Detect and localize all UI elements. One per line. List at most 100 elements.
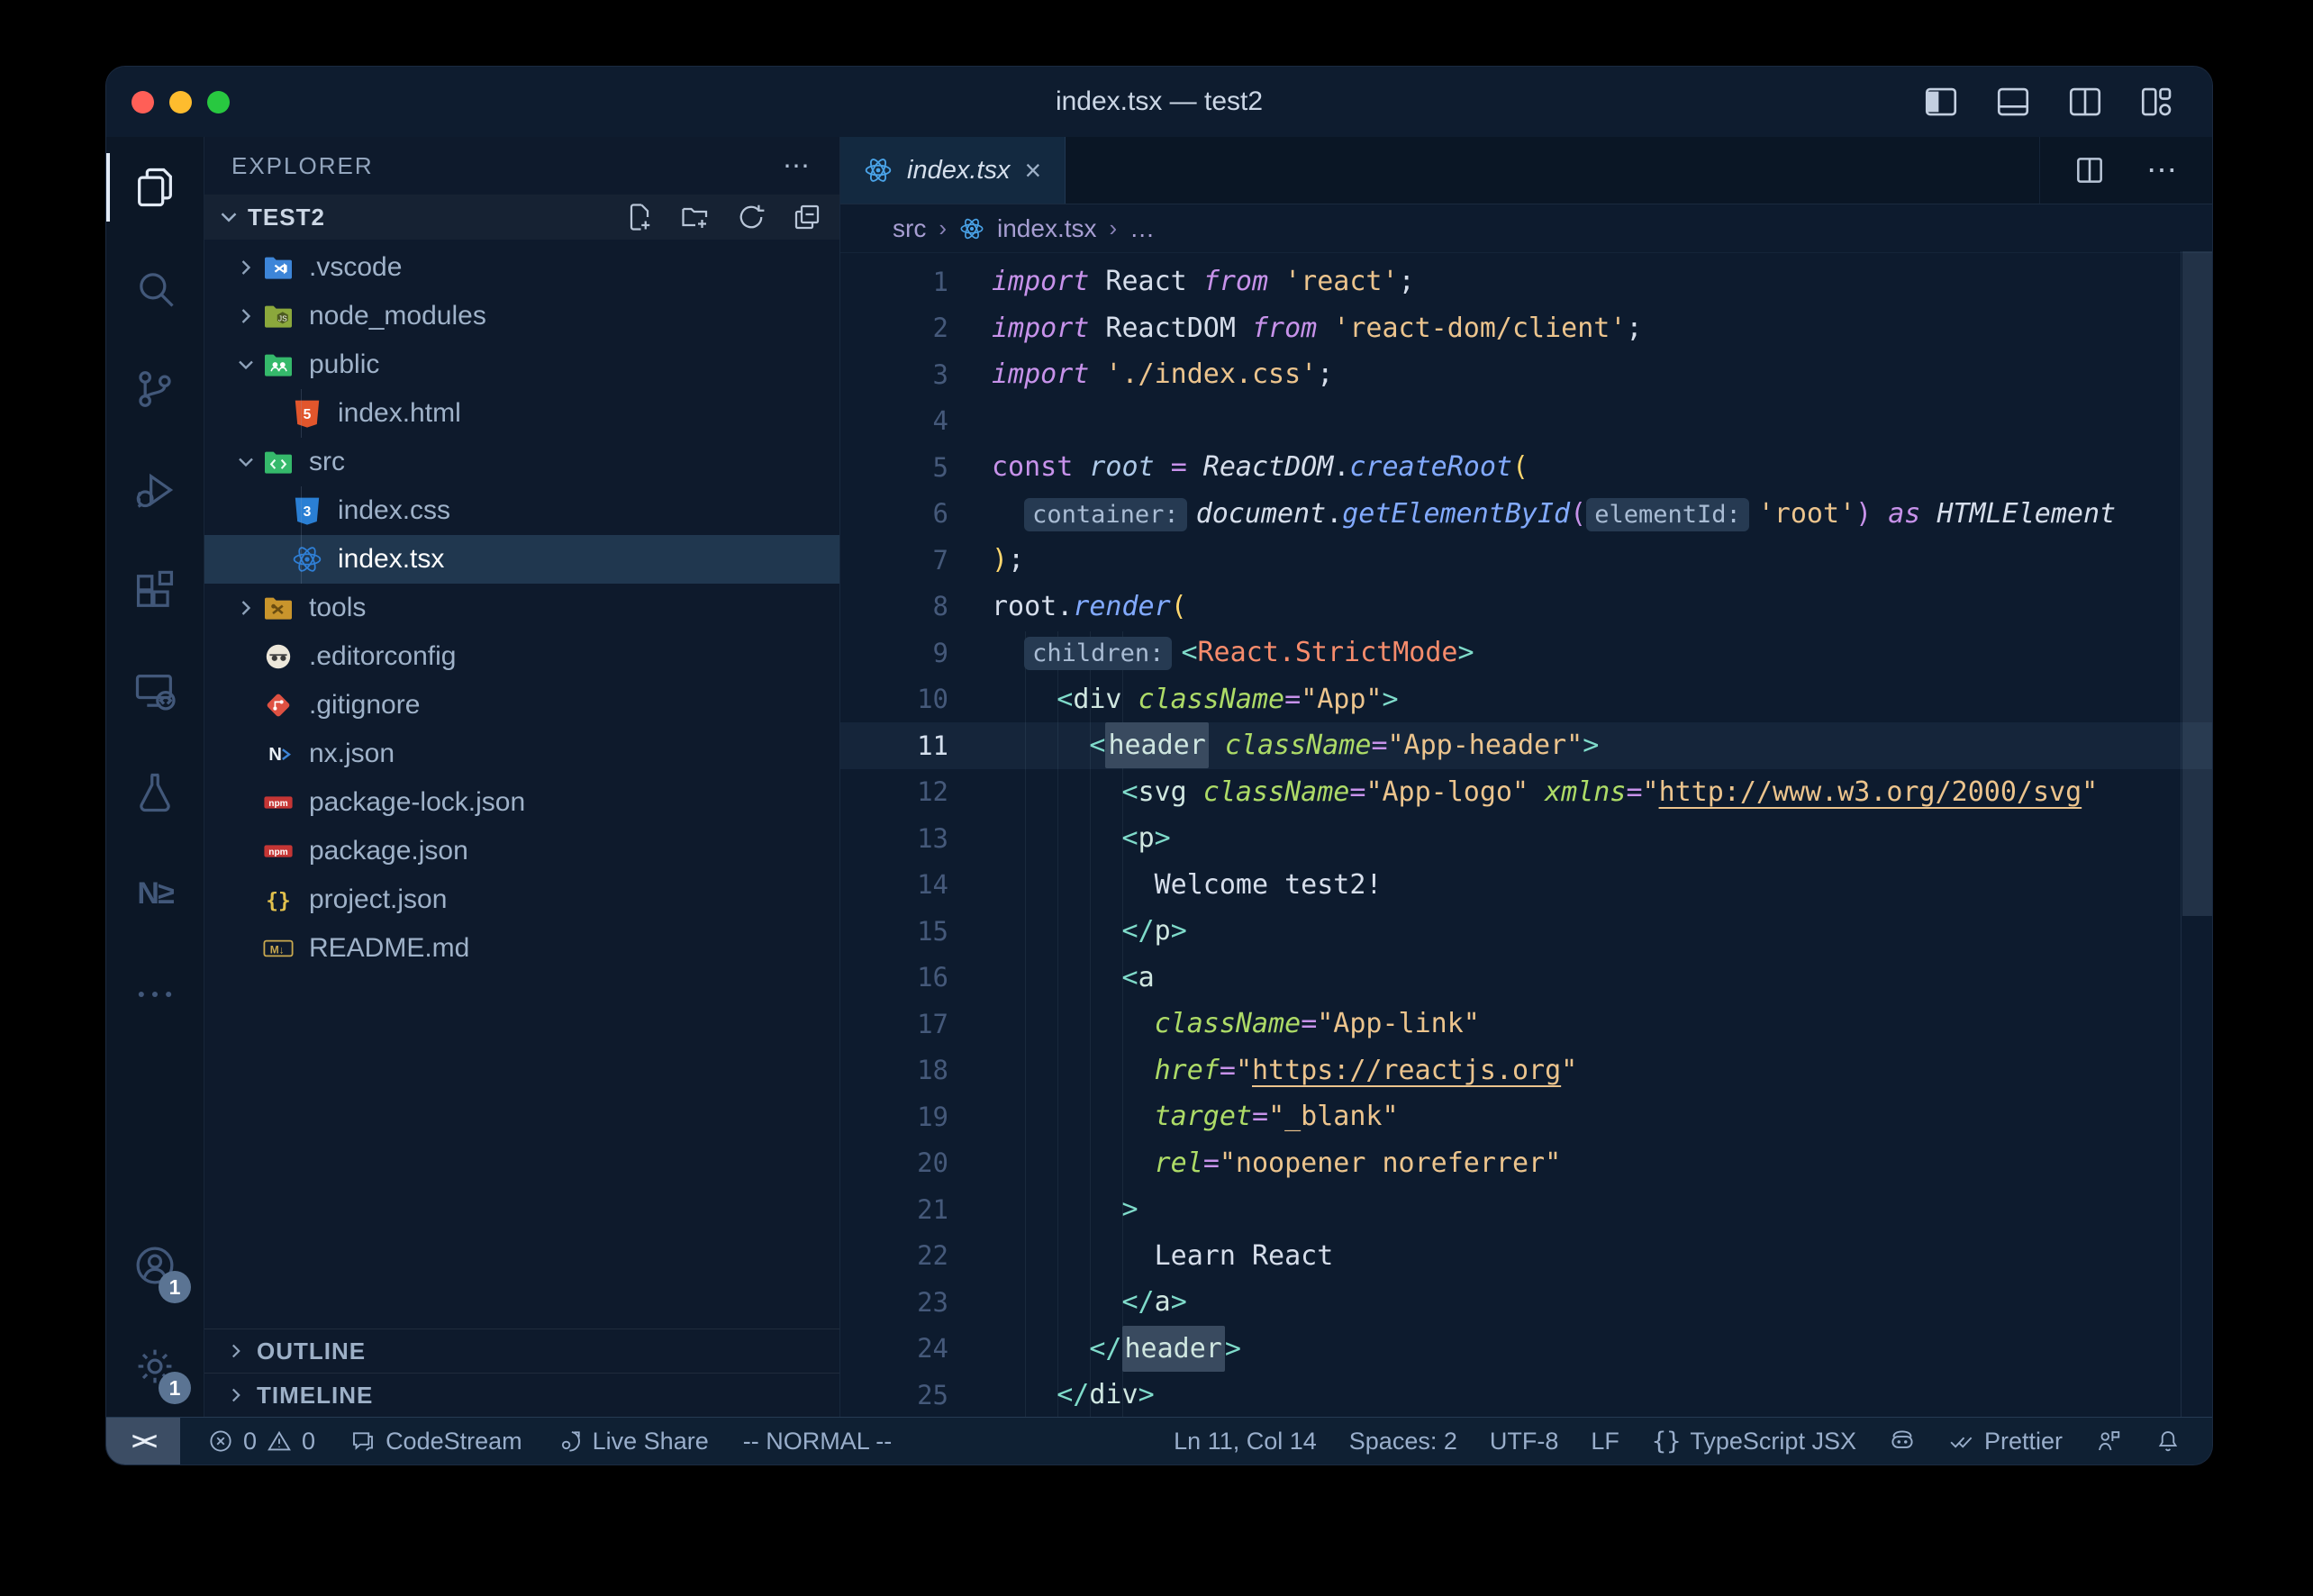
code-line-7[interactable]: 7); [840, 537, 2212, 584]
line-number: 3 [840, 359, 948, 390]
tree-item-index.tsx[interactable]: index.tsx [204, 535, 839, 584]
zoom-window-button[interactable] [207, 91, 230, 113]
chevron-down-icon [233, 449, 259, 475]
status-feedback[interactable] [2095, 1428, 2122, 1455]
status-encoding[interactable]: UTF-8 [1490, 1428, 1559, 1455]
collapse-all-icon[interactable] [791, 201, 823, 233]
status-copilot[interactable] [1889, 1428, 1916, 1455]
new-folder-icon[interactable] [679, 201, 712, 233]
activity-source-control[interactable] [106, 339, 204, 440]
more-actions-icon[interactable]: ⋯ [2146, 152, 2180, 188]
explorer-header: EXPLORER ⋯ [204, 137, 839, 195]
status-notifications[interactable] [2154, 1428, 2181, 1455]
project-section-header[interactable]: TEST2 [204, 195, 839, 240]
explorer-more-icon[interactable]: ⋯ [783, 150, 812, 182]
breadcrumb-item[interactable]: … [1129, 214, 1155, 243]
tree-item-.vscode[interactable]: .vscode [204, 243, 839, 292]
tree-item-index.css[interactable]: 3index.css [204, 486, 839, 535]
minimize-window-button[interactable] [169, 91, 192, 113]
toggle-secondary-sidebar-icon[interactable] [2066, 83, 2104, 121]
timeline-section[interactable]: TIMELINE [204, 1373, 839, 1417]
file-html-icon: 5 [291, 397, 323, 430]
status-eol[interactable]: LF [1591, 1428, 1619, 1455]
status-vim-mode[interactable]: -- NORMAL -- [743, 1428, 892, 1455]
tree-item-public[interactable]: public [204, 340, 839, 389]
status-problems[interactable]: 00 [207, 1428, 315, 1455]
tree-item-README.md[interactable]: M↓README.md [204, 924, 839, 973]
breadcrumbs: src›index.tsx›… [840, 204, 2212, 253]
status-cursor-position[interactable]: Ln 11, Col 14 [1174, 1428, 1317, 1455]
tree-item-nx.json[interactable]: Nnx.json [204, 730, 839, 778]
activity-settings[interactable]: 1 [106, 1316, 204, 1417]
split-editor-icon[interactable] [2073, 153, 2107, 187]
tree-item-.gitignore[interactable]: .gitignore [204, 681, 839, 730]
file-npm-icon: npm [262, 786, 295, 819]
tree-item-tools[interactable]: tools [204, 584, 839, 632]
code-line-19[interactable]: 19 target="_blank" [840, 1093, 2212, 1140]
code-line-16[interactable]: 16 <a [840, 955, 2212, 1002]
code-line-22[interactable]: 22 Learn React [840, 1233, 2212, 1280]
code-line-21[interactable]: 21 > [840, 1186, 2212, 1233]
code-line-24[interactable]: 24 </header> [840, 1326, 2212, 1373]
file-label: .vscode [309, 252, 402, 283]
activity-search[interactable] [106, 238, 204, 339]
code-line-17[interactable]: 17 className="App-link" [840, 1001, 2212, 1047]
tree-item-package-lock.json[interactable]: npmpackage-lock.json [204, 778, 839, 827]
activity-extensions[interactable] [106, 540, 204, 641]
activity-explorer[interactable] [106, 137, 204, 238]
tab-index-tsx[interactable]: index.tsx × [840, 137, 1066, 204]
code-line-5[interactable]: 5const root = ReactDOM.createRoot( [840, 444, 2212, 491]
explorer-title: EXPLORER [231, 152, 374, 180]
activity-additional-views[interactable] [106, 944, 204, 1045]
folder-tools-icon [262, 592, 295, 624]
code-line-15[interactable]: 15 </p> [840, 908, 2212, 955]
status-codestream[interactable]: CodeStream [349, 1428, 522, 1455]
code-line-9[interactable]: 9 children:<React.StrictMode> [840, 630, 2212, 676]
tree-item-index.html[interactable]: 5index.html [204, 389, 839, 438]
status-language-mode[interactable]: {}TypeScript JSX [1652, 1428, 1856, 1455]
activity-run-and-debug[interactable] [106, 440, 204, 540]
activity-testing[interactable] [106, 742, 204, 843]
code-line-14[interactable]: 14 Welcome test2! [840, 862, 2212, 909]
code-line-6[interactable]: 6 container:document.getElementById(elem… [840, 491, 2212, 538]
code-line-23[interactable]: 23 </a> [840, 1279, 2212, 1326]
code-line-25[interactable]: 25 </div> [840, 1372, 2212, 1417]
status-prettier[interactable]: Prettier [1948, 1428, 2063, 1455]
toggle-sidebar-icon[interactable] [1922, 83, 1960, 121]
file-label: .gitignore [309, 690, 420, 721]
code-line-12[interactable]: 12 <svg className="App-logo" xmlns="http… [840, 769, 2212, 816]
code-line-4[interactable]: 4 [840, 398, 2212, 445]
editor-scrollbar[interactable] [2181, 251, 2212, 1417]
new-file-icon[interactable] [623, 201, 656, 233]
scrollbar-thumb[interactable] [2182, 251, 2212, 916]
code-line-2[interactable]: 2import ReactDOM from 'react-dom/client'… [840, 305, 2212, 352]
remote-indicator[interactable]: >< [106, 1418, 180, 1465]
code-line-20[interactable]: 20 rel="noopener noreferrer" [840, 1140, 2212, 1187]
code-editor[interactable]: 1import React from 'react';2import React… [840, 253, 2212, 1417]
code-line-3[interactable]: 3import './index.css'; [840, 351, 2212, 398]
breadcrumb-item[interactable]: src [893, 214, 926, 243]
tree-item-package.json[interactable]: npmpackage.json [204, 827, 839, 875]
code-line-1[interactable]: 1import React from 'react'; [840, 258, 2212, 305]
breadcrumb-item[interactable]: index.tsx [997, 214, 1097, 243]
status-live-share[interactable]: Live Share [557, 1428, 709, 1455]
tree-item-.editorconfig[interactable]: .editorconfig [204, 632, 839, 681]
customize-layout-icon[interactable] [2138, 83, 2176, 121]
close-window-button[interactable] [132, 91, 154, 113]
activity-remote-explorer[interactable] [106, 641, 204, 742]
code-line-13[interactable]: 13 <p> [840, 815, 2212, 862]
tree-item-node_modules[interactable]: JSnode_modules [204, 292, 839, 340]
status-indentation[interactable]: Spaces: 2 [1349, 1428, 1457, 1455]
close-tab-icon[interactable]: × [1024, 156, 1041, 185]
activity-accounts[interactable]: 1 [106, 1215, 204, 1316]
tree-item-project.json[interactable]: {}project.json [204, 875, 839, 924]
code-line-11[interactable]: 11 <header className="App-header"> [840, 722, 2212, 769]
code-line-8[interactable]: 8root.render( [840, 584, 2212, 630]
code-line-10[interactable]: 10 <div className="App"> [840, 676, 2212, 723]
activity-nx-console[interactable]: N≥ [106, 843, 204, 944]
refresh-icon[interactable] [735, 201, 767, 233]
toggle-panel-icon[interactable] [1994, 83, 2032, 121]
outline-section[interactable]: OUTLINE [204, 1328, 839, 1373]
code-line-18[interactable]: 18 href="https://reactjs.org" [840, 1047, 2212, 1094]
tree-item-src[interactable]: src [204, 438, 839, 486]
